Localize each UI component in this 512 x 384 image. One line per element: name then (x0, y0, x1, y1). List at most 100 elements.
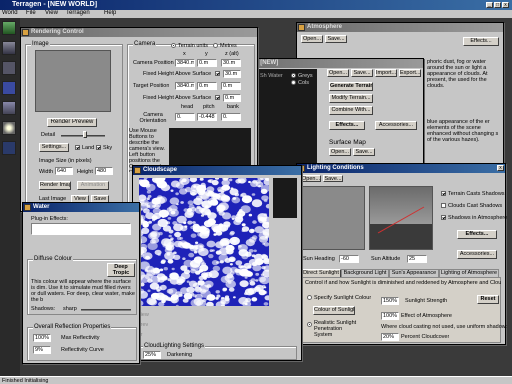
generate-terrain-button[interactable]: Generate Terrain... (329, 82, 373, 91)
water-icon[interactable] (2, 141, 16, 155)
sun-heading-field[interactable]: -60 (339, 255, 359, 263)
darkening-field[interactable]: 25% (143, 351, 161, 359)
metres-radio[interactable] (213, 43, 218, 48)
combine-with-button[interactable]: Combine With... (329, 106, 373, 115)
menu-world[interactable]: World (2, 10, 18, 16)
sun-heading-map[interactable] (301, 186, 365, 250)
terrain-effects-button[interactable]: Effects... (329, 121, 365, 130)
lighting-save-button[interactable]: Save... (323, 175, 343, 182)
close-button[interactable]: x (502, 2, 509, 8)
camera-z-field[interactable]: 30.m (221, 59, 241, 67)
menu-help[interactable]: Help (104, 10, 116, 16)
plugin-effects-list[interactable] (31, 223, 131, 235)
pitch-field[interactable]: -0.448 (197, 113, 217, 121)
deep-tropic-button[interactable]: Deep Tropic (107, 263, 135, 277)
render-preview-button[interactable]: Render Preview (47, 118, 97, 127)
lighting-effects-button[interactable]: Effects... (457, 230, 497, 239)
height-field[interactable]: 480 (95, 167, 113, 175)
tab-suns-appearance[interactable]: Sun's Appearance (389, 269, 439, 277)
lighting-open-button[interactable]: Open... (301, 175, 321, 182)
minimize-button[interactable]: _ (486, 2, 493, 8)
reflectivity-curve-field[interactable]: 9% (33, 346, 51, 354)
diffuse-colour-label: Diffuse Colour (33, 256, 73, 262)
animation-button[interactable]: Animation (77, 181, 109, 190)
camera-x-field[interactable]: 3840.m (175, 59, 195, 67)
max-reflectivity-field[interactable]: 100% (33, 334, 51, 342)
target-z-field[interactable]: 0.m (221, 82, 241, 90)
fixed-height-target-field[interactable]: 0.m (223, 94, 241, 102)
fixed-height-camera-label: Fixed Height Above Surface (143, 71, 212, 77)
camera-position-label: Camera Position (133, 60, 174, 66)
lighting-accessories-button[interactable]: Accessories... (457, 250, 497, 259)
fixed-height-target-checkbox[interactable] (215, 95, 220, 100)
rendering-icon[interactable] (2, 41, 16, 55)
surface-map-save-button[interactable]: Save... (353, 148, 375, 156)
head-field[interactable]: 0. (175, 113, 195, 121)
lighting-conditions-window: Lighting Conditions x Open... Save... Su… (296, 163, 507, 345)
fixed-height-camera-field[interactable]: 30.m (223, 70, 241, 78)
cloud-preview[interactable] (139, 178, 269, 306)
effect-of-atmosphere-field[interactable]: 100% (381, 312, 399, 320)
terrain-units-radio[interactable] (171, 43, 176, 48)
tab-background-light[interactable]: Background Light (341, 269, 389, 277)
colour-of-sunlight-button[interactable]: Colour of Sunlight... (313, 306, 355, 315)
cols-radio[interactable] (291, 80, 296, 85)
landscape-icon[interactable] (2, 21, 16, 35)
target-x-field[interactable]: 3840.m (175, 82, 195, 90)
detail-slider-thumb[interactable] (83, 131, 87, 138)
land-checkbox[interactable] (75, 145, 80, 150)
camera-orientation-label: Camera Orientation (139, 112, 167, 124)
sun-altitude-field[interactable]: 25 (407, 255, 427, 263)
tab-direct-sunlight[interactable]: Direct Sunlight (301, 269, 341, 277)
modify-terrain-button[interactable]: Modify Terrain... (329, 94, 373, 103)
atmosphere-icon[interactable] (2, 101, 16, 115)
terrain-open-button[interactable]: Open... (327, 69, 349, 77)
sun-altitude-view[interactable] (369, 186, 433, 250)
width-field[interactable]: 640 (55, 167, 73, 175)
cloud-icon[interactable] (2, 81, 16, 95)
sky-label: Sky (103, 145, 113, 151)
atmosphere-effects-button[interactable]: Effects... (463, 37, 499, 46)
app-title: Terragen - [NEW WORLD] (12, 1, 98, 8)
atmosphere-save-button[interactable]: Save... (325, 35, 347, 43)
sun-altitude-line (377, 206, 425, 234)
lighting-close-button[interactable]: x (497, 165, 504, 171)
tab-lighting-of-atmosphere[interactable]: Lighting of Atmosphere (439, 269, 499, 277)
realistic-sunlight-radio[interactable] (307, 322, 312, 327)
terrain-shadows-checkbox[interactable] (441, 191, 446, 196)
surface-map-label: Surface Map (329, 139, 366, 146)
water-title: Water (33, 204, 50, 210)
sunlight-strength-field[interactable]: 150% (381, 297, 399, 305)
atmosphere-desc-2: blue appearance of the er elements of th… (427, 119, 499, 143)
camera-icon[interactable] (2, 61, 16, 75)
settings-button[interactable]: Settings... (39, 143, 69, 152)
terrain-save-button[interactable]: Save... (351, 69, 373, 77)
reset-button[interactable]: Reset (477, 295, 499, 304)
fixed-height-camera-checkbox[interactable] (215, 71, 220, 76)
specify-colour-radio[interactable] (307, 295, 312, 300)
surface-map-open-button[interactable]: Open... (329, 148, 351, 156)
terrain-export-button[interactable]: Export... (399, 69, 421, 77)
percent-cloudcover-label: Percent Cloudcover (401, 334, 450, 340)
menu-view[interactable]: View (45, 10, 58, 16)
darkening-label: Darkening (167, 352, 193, 358)
percent-cloudcover-field[interactable]: 20% (381, 333, 399, 341)
camera-y-field[interactable]: 0.m (197, 59, 217, 67)
render-image-button[interactable]: Render Image (39, 181, 71, 190)
menu-terragen[interactable]: Terragen (66, 10, 90, 16)
maximize-button[interactable]: □ (494, 2, 501, 8)
target-y-field[interactable]: 0.m (197, 82, 217, 90)
sun-icon[interactable] (2, 121, 16, 135)
sky-checkbox[interactable] (96, 145, 101, 150)
specify-colour-label: Specify Sunlight Colour (314, 295, 372, 301)
pitch-col-label: pitch (203, 104, 215, 110)
shadows-slider[interactable] (81, 309, 131, 311)
cloud-shadows-checkbox[interactable] (441, 203, 446, 208)
menu-file[interactable]: File (26, 10, 36, 16)
atmosphere-open-button[interactable]: Open... (301, 35, 323, 43)
terrain-import-button[interactable]: Import... (375, 69, 397, 77)
terrain-accessories-button[interactable]: Accessories... (375, 121, 417, 130)
greys-radio[interactable] (291, 73, 296, 78)
atmosphere-shadows-checkbox[interactable] (441, 215, 446, 220)
bank-field[interactable]: 0. (221, 113, 241, 121)
